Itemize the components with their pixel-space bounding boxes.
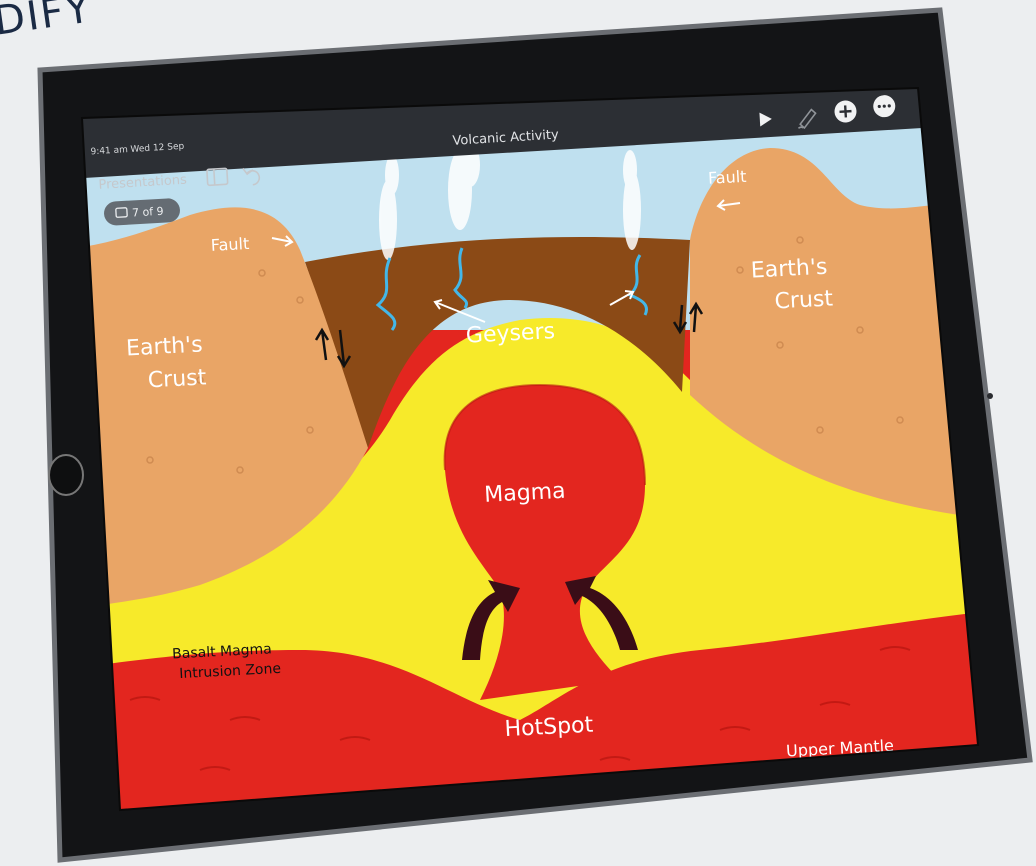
screen: Fault Fault Earth's Crust Earth's Crust …	[82, 88, 978, 810]
label-crust-right-2: Crust	[774, 286, 834, 314]
label-crust-left-2: Crust	[147, 365, 207, 393]
ipad-device: Fault Fault Earth's Crust Earth's Crust …	[37, 7, 1033, 863]
label-crust-left-1: Earth's	[126, 332, 204, 361]
label-magma: Magma	[484, 479, 567, 508]
front-camera	[987, 393, 993, 399]
slide-counter-text: 7 of 9	[132, 205, 164, 220]
label-fault-left: Fault	[210, 234, 249, 255]
label-fault-right: Fault	[708, 167, 747, 188]
label-geysers: Geysers	[465, 319, 555, 349]
slide-counter-badge[interactable]: 7 of 9	[103, 198, 180, 226]
label-hotspot: HotSpot	[504, 713, 594, 743]
home-button[interactable]	[48, 454, 84, 496]
label-crust-right-1: Earth's	[750, 255, 828, 284]
